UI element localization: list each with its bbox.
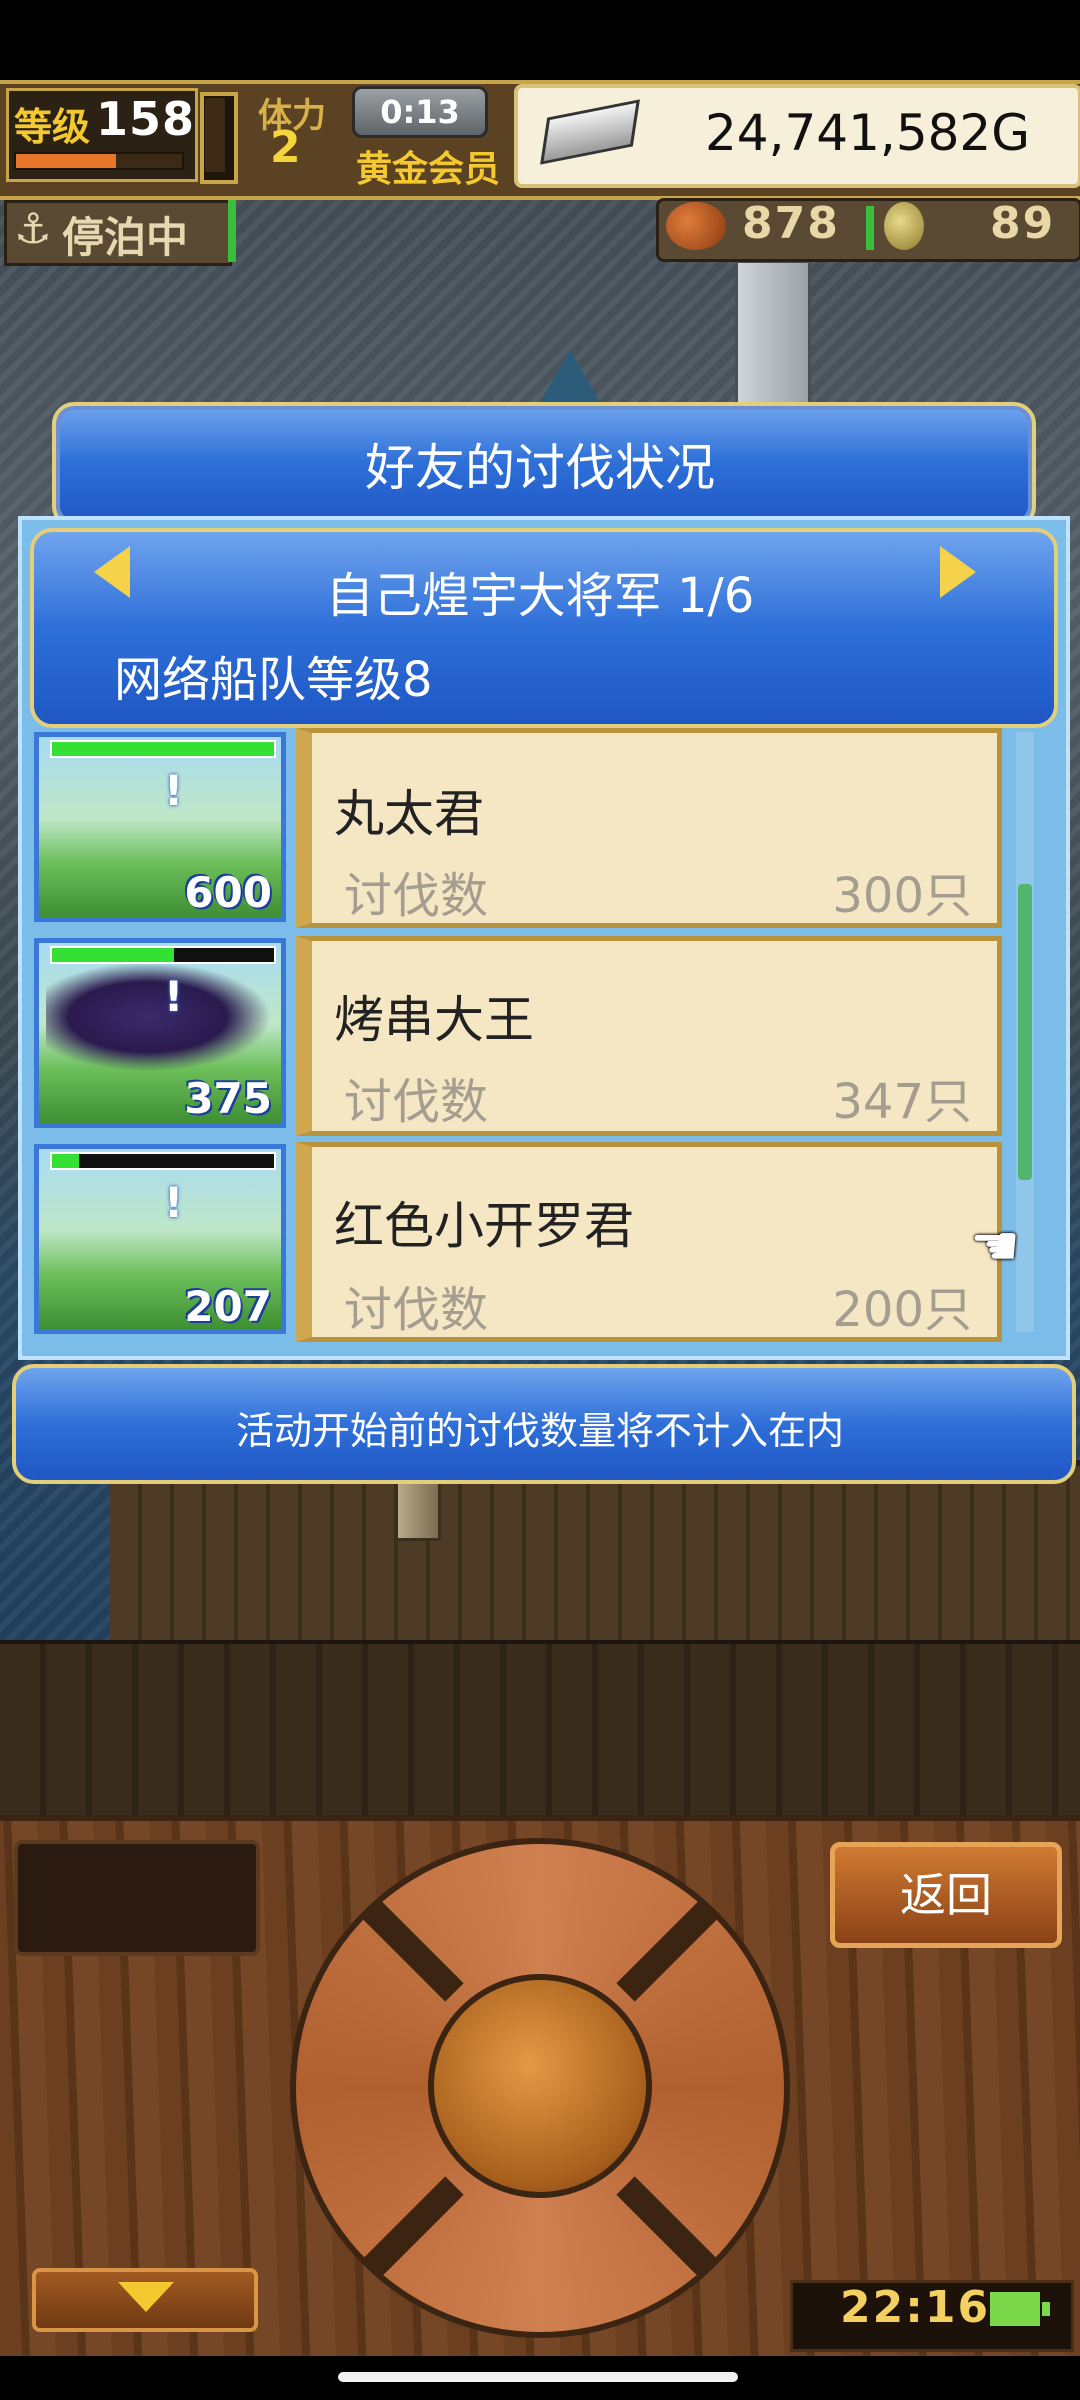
dialog-title: 好友的讨伐状况 bbox=[365, 439, 715, 497]
resource-coin-value: 89 bbox=[990, 198, 1056, 249]
scrollbar-thumb[interactable] bbox=[1018, 884, 1032, 1180]
stamina-value: 2 bbox=[270, 122, 301, 173]
row-label: 讨伐数 bbox=[344, 1074, 489, 1130]
fleet-level: 网络船队等级8 bbox=[114, 652, 433, 708]
alert-mark-icon: ! bbox=[164, 972, 184, 1021]
gold-value: 24,741,582G bbox=[704, 104, 1030, 162]
fish-icon bbox=[666, 202, 726, 250]
row-count: 200只 bbox=[832, 1282, 972, 1338]
anchor-icon: ⚓ bbox=[14, 204, 52, 253]
home-indicator[interactable] bbox=[338, 2372, 738, 2382]
alert-mark-icon: ! bbox=[164, 766, 184, 815]
menu-slot bbox=[14, 1840, 260, 1956]
row-count: 300只 bbox=[832, 868, 972, 924]
monster-number: 600 bbox=[184, 868, 272, 917]
clock-text: 22:16 bbox=[840, 2282, 991, 2333]
stamina-timer: 0:13 bbox=[352, 86, 488, 138]
ship-hull bbox=[0, 1640, 1080, 1819]
port-status-bar bbox=[228, 200, 236, 262]
alert-mark-icon: ! bbox=[164, 1178, 184, 1227]
hand-pointer-icon: ☚ bbox=[970, 1214, 1021, 1279]
notice-text: 活动开始前的讨伐数量将不计入在内 bbox=[235, 1409, 844, 1453]
battery-tip bbox=[1042, 2302, 1050, 2316]
row-label: 讨伐数 bbox=[344, 1282, 489, 1338]
level-label: 等级 bbox=[14, 105, 91, 149]
row-count: 347只 bbox=[832, 1074, 972, 1130]
resource-divider bbox=[866, 206, 874, 250]
chevron-down-icon bbox=[118, 2282, 174, 2312]
level-exp-fill bbox=[16, 154, 116, 168]
level-value: 158 bbox=[96, 92, 196, 146]
friend-name: 自己煌宇大将军 1/6 bbox=[325, 568, 755, 624]
port-status-label: 停泊中 bbox=[62, 213, 189, 262]
hp-bar-fill bbox=[52, 742, 274, 756]
lighthouse bbox=[735, 260, 811, 406]
battery-icon bbox=[990, 2292, 1040, 2326]
row-label: 讨伐数 bbox=[344, 868, 489, 924]
hp-bar-track bbox=[50, 1152, 276, 1170]
row-name: 红色小开罗君 bbox=[334, 1197, 634, 1255]
membership-label: 黄金会员 bbox=[356, 149, 501, 190]
resource-fish-value: 878 bbox=[742, 198, 840, 249]
stamina-gauge-fill bbox=[205, 98, 225, 172]
back-button[interactable]: 返回 bbox=[830, 1842, 1062, 1948]
hp-bar-fill bbox=[52, 1154, 79, 1168]
monster-number: 375 bbox=[184, 1074, 272, 1123]
coin-icon bbox=[884, 202, 924, 250]
row-name: 烤串大王 bbox=[334, 991, 534, 1049]
dpad-center-button[interactable] bbox=[428, 1974, 652, 2198]
row-name: 丸太君 bbox=[334, 785, 484, 843]
monster-number: 207 bbox=[184, 1282, 272, 1331]
hp-bar-fill bbox=[52, 948, 174, 962]
monster-sprite bbox=[46, 962, 272, 1072]
